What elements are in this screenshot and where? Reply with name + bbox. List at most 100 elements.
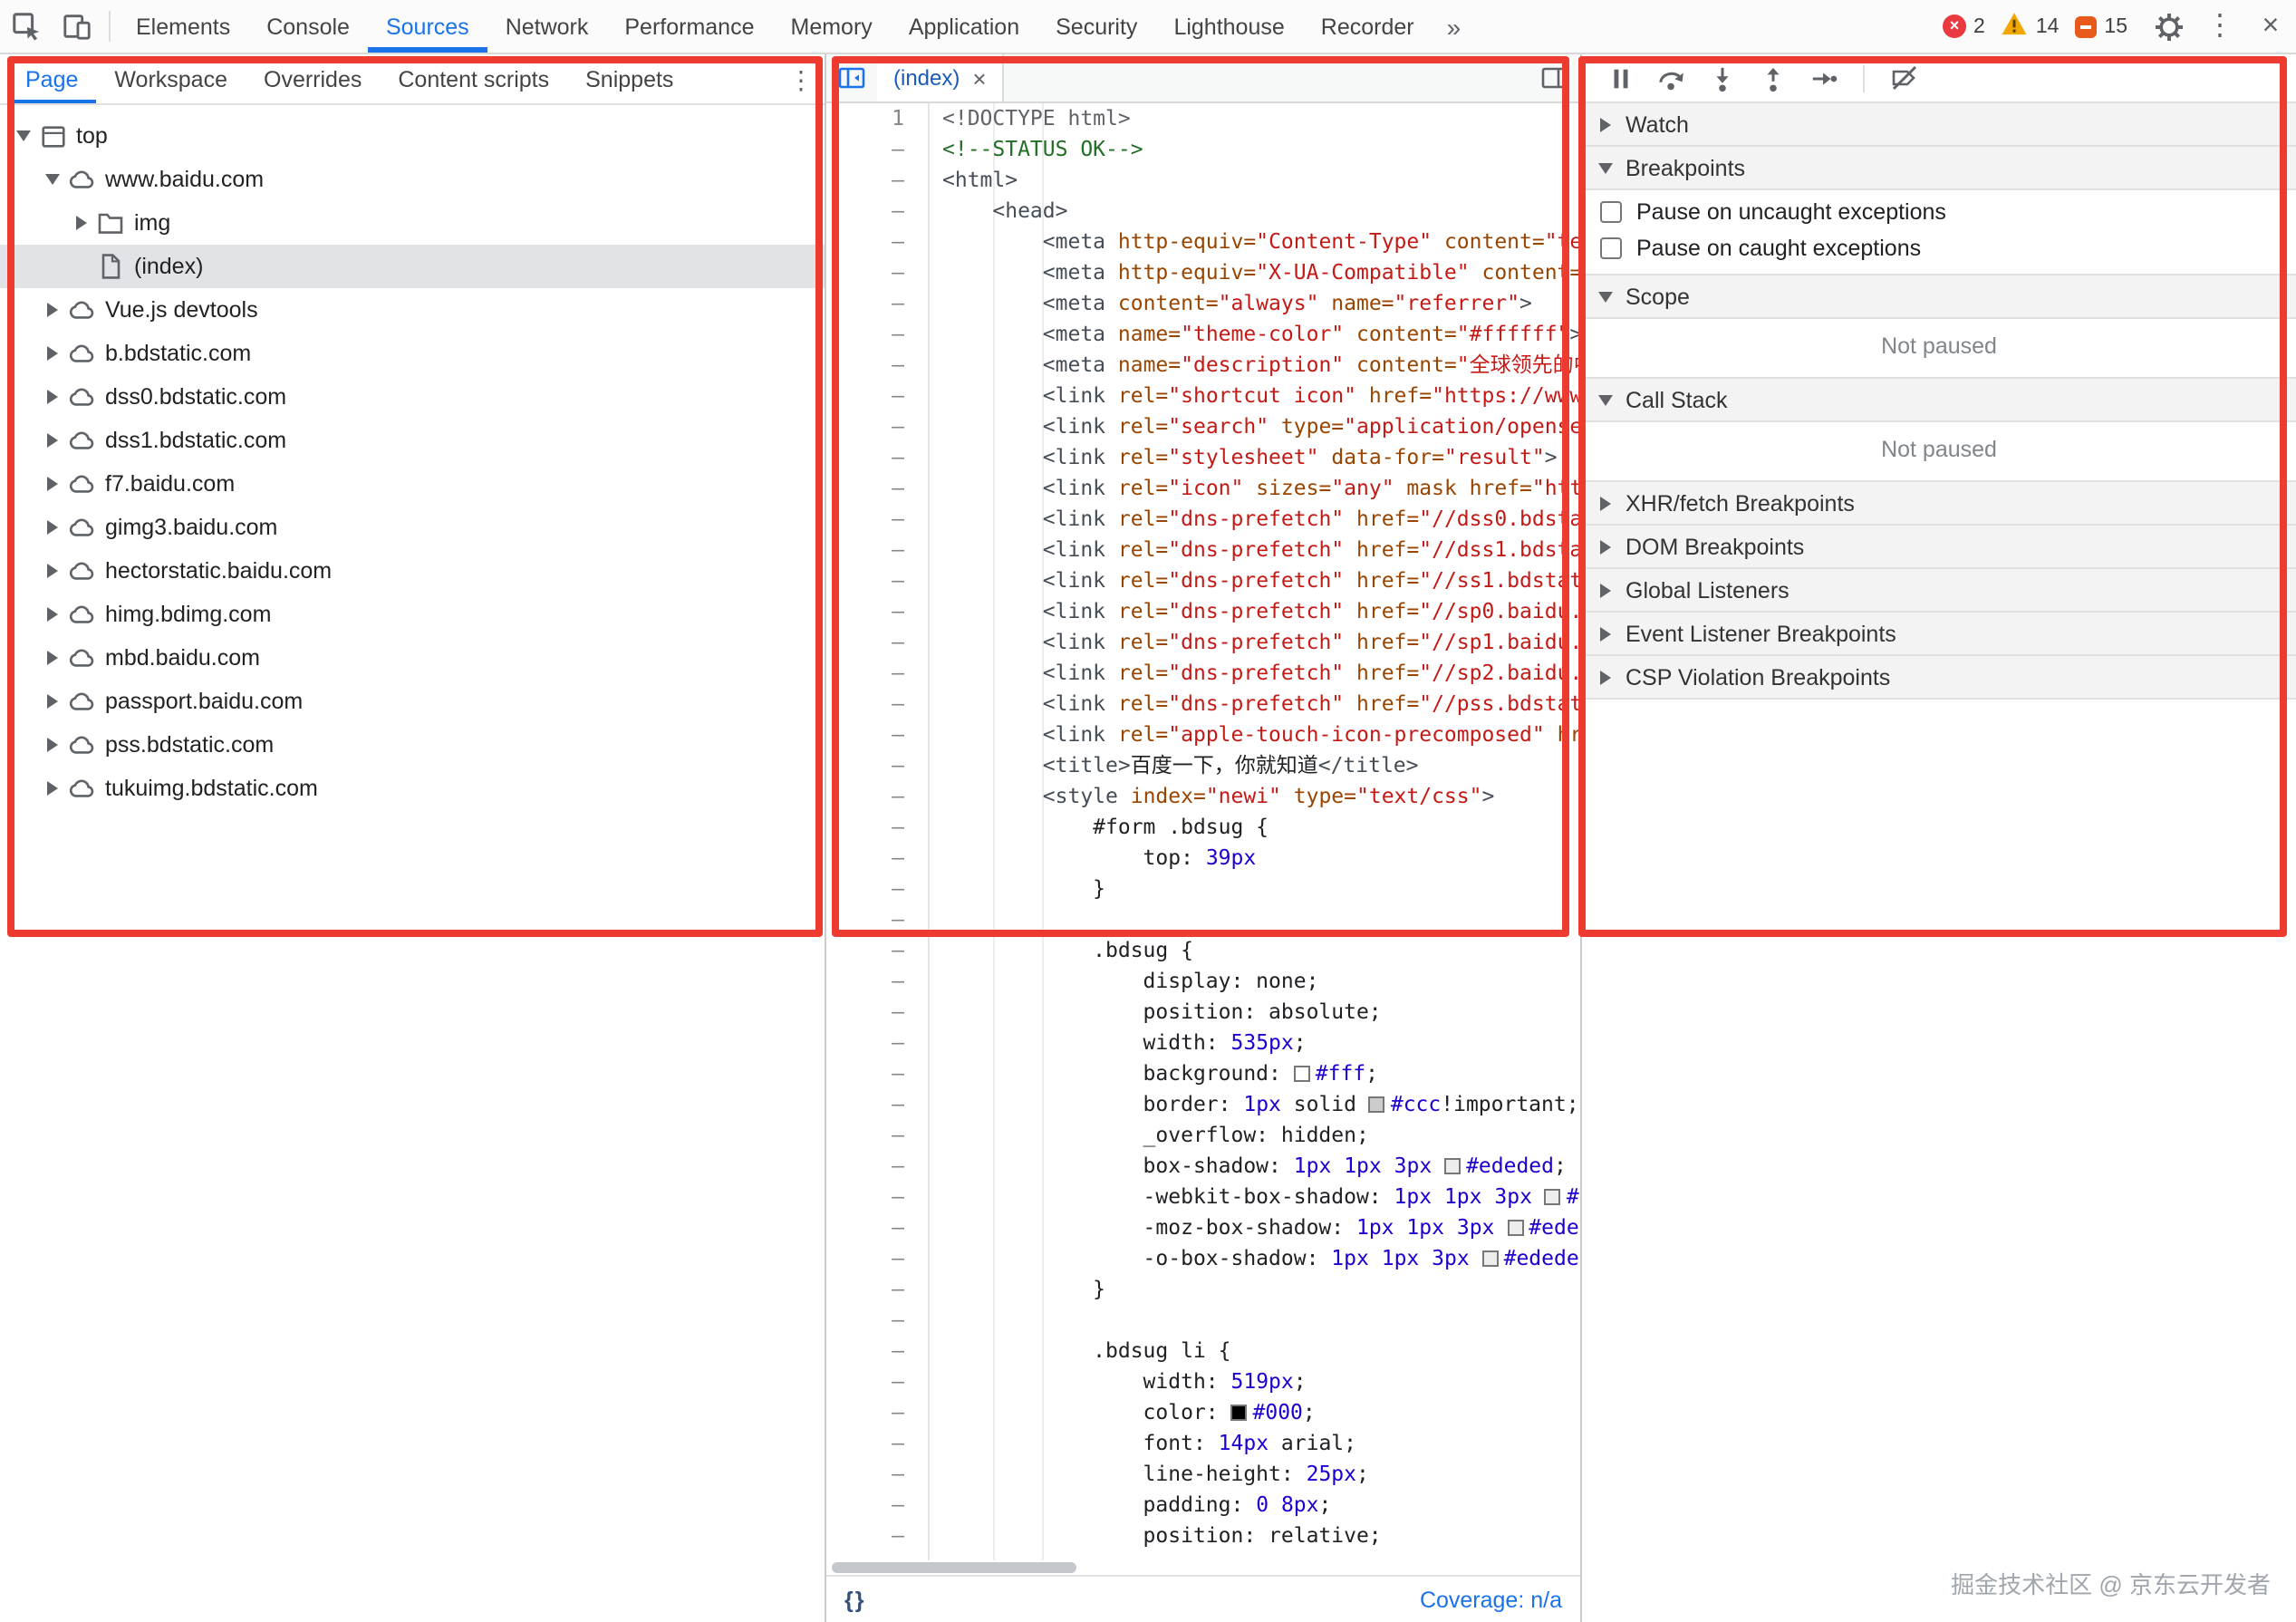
step-over-button[interactable] — [1647, 54, 1694, 101]
tree-item-tukuimg-bdstatic-com[interactable]: tukuimg.bdstatic.com — [0, 767, 825, 810]
section-dom-breakpoints[interactable]: DOM Breakpoints — [1582, 526, 2296, 569]
tab-recorder[interactable]: Recorder — [1303, 0, 1433, 53]
section-event-listener-breakpoints[interactable]: Event Listener Breakpoints — [1582, 613, 2296, 656]
tree-item-img[interactable]: img — [0, 201, 825, 245]
tree-item-dss1-bdstatic-com[interactable]: dss1.bdstatic.com — [0, 419, 825, 462]
line-number[interactable]: – — [826, 1336, 928, 1366]
line-number[interactable]: – — [826, 1243, 928, 1274]
line-number[interactable]: – — [826, 1428, 928, 1459]
tab-console[interactable]: Console — [248, 0, 368, 53]
section-watch[interactable]: Watch — [1582, 103, 2296, 147]
tab-network[interactable]: Network — [487, 0, 607, 53]
deactivate-breakpoints-button[interactable] — [1881, 54, 1928, 101]
error-badge[interactable]: × 2 — [1943, 0, 1985, 53]
line-number[interactable]: – — [826, 997, 928, 1028]
tab-memory[interactable]: Memory — [773, 0, 891, 53]
issues-badge[interactable]: 15 — [2075, 0, 2127, 53]
line-number[interactable]: – — [826, 750, 928, 781]
line-number[interactable]: – — [826, 411, 928, 442]
line-number[interactable]: – — [826, 627, 928, 658]
line-number[interactable]: – — [826, 812, 928, 843]
line-number[interactable]: – — [826, 227, 928, 257]
tab-sources[interactable]: Sources — [368, 0, 487, 53]
close-tab-icon[interactable]: × — [972, 64, 986, 92]
tree-item-f7-baidu-com[interactable]: f7.baidu.com — [0, 462, 825, 506]
tree-item-www-baidu-com[interactable]: www.baidu.com — [0, 158, 825, 201]
line-number[interactable]: – — [826, 535, 928, 565]
tree-item-top[interactable]: top — [0, 114, 825, 158]
chevron-right-icon[interactable] — [40, 651, 65, 665]
chevron-right-icon[interactable] — [40, 433, 65, 448]
chevron-right-icon[interactable] — [40, 303, 65, 317]
line-number[interactable]: – — [826, 1058, 928, 1089]
chevron-right-icon[interactable] — [40, 694, 65, 709]
tree-item-vue-js-devtools[interactable]: Vue.js devtools — [0, 288, 825, 332]
line-number[interactable]: – — [826, 288, 928, 319]
more-tabs-icon[interactable]: » — [1433, 0, 1476, 53]
tree-item-himg-bdimg-com[interactable]: himg.bdimg.com — [0, 593, 825, 636]
source-code-area[interactable]: 1– – – – – – – – – – – – – – – – – – – – – – – – – – – – – – – – – – – – – – –… — [826, 103, 1580, 1560]
chevron-right-icon[interactable] — [40, 607, 65, 622]
line-number[interactable]: – — [826, 1089, 928, 1120]
chevron-down-icon[interactable] — [40, 174, 65, 185]
line-number[interactable]: – — [826, 781, 928, 812]
format-button[interactable]: {} — [844, 1587, 865, 1612]
section-csp-violation-breakpoints[interactable]: CSP Violation Breakpoints — [1582, 656, 2296, 700]
chevron-right-icon[interactable] — [40, 520, 65, 535]
line-number[interactable]: – — [826, 935, 928, 966]
navigator-tab-content-scripts[interactable]: Content scripts — [380, 54, 567, 103]
navigator-tab-overrides[interactable]: Overrides — [246, 54, 380, 103]
tree-item-mbd-baidu-com[interactable]: mbd.baidu.com — [0, 636, 825, 680]
chevron-right-icon[interactable] — [40, 564, 65, 578]
line-number[interactable]: – — [826, 658, 928, 689]
breakpoint-option-pause-on-uncaught-exceptions[interactable]: Pause on uncaught exceptions — [1582, 194, 2296, 230]
section-scope[interactable]: Scope — [1582, 275, 2296, 319]
settings-gear-icon[interactable] — [2144, 0, 2195, 53]
line-number[interactable]: – — [826, 442, 928, 473]
device-toolbar-icon[interactable] — [51, 0, 101, 53]
tree-item-gimg3-baidu-com[interactable]: gimg3.baidu.com — [0, 506, 825, 549]
tree-item-pss-bdstatic-com[interactable]: pss.bdstatic.com — [0, 723, 825, 767]
step-into-button[interactable] — [1698, 54, 1745, 101]
line-number[interactable]: – — [826, 843, 928, 874]
line-number[interactable]: – — [826, 719, 928, 750]
line-number[interactable]: – — [826, 1305, 928, 1336]
tree-item-index[interactable]: (index) — [0, 245, 825, 288]
chevron-right-icon[interactable] — [40, 781, 65, 796]
line-number[interactable]: – — [826, 1182, 928, 1212]
navigator-tab-workspace[interactable]: Workspace — [96, 54, 246, 103]
line-number[interactable]: – — [826, 134, 928, 165]
section-xhr-fetch-breakpoints[interactable]: XHR/fetch Breakpoints — [1582, 482, 2296, 526]
section-breakpoints[interactable]: Breakpoints — [1582, 147, 2296, 190]
chevron-right-icon[interactable] — [40, 390, 65, 404]
line-number[interactable]: – — [826, 165, 928, 196]
editor-tab-index[interactable]: (index) × — [877, 54, 1005, 101]
line-number[interactable]: – — [826, 1120, 928, 1151]
coverage-link[interactable]: Coverage: n/a — [1420, 1587, 1562, 1612]
line-number[interactable]: – — [826, 565, 928, 596]
tab-elements[interactable]: Elements — [118, 0, 248, 53]
line-number[interactable]: – — [826, 1459, 928, 1490]
line-number[interactable]: – — [826, 1490, 928, 1521]
chevron-right-icon[interactable] — [40, 738, 65, 752]
line-number[interactable]: – — [826, 1274, 928, 1305]
navigator-tab-page[interactable]: Page — [7, 54, 96, 103]
chevron-right-icon[interactable] — [40, 346, 65, 361]
line-number[interactable]: – — [826, 874, 928, 904]
horizontal-scrollbar[interactable] — [826, 1560, 1580, 1575]
line-number[interactable]: – — [826, 689, 928, 719]
line-number[interactable]: – — [826, 1151, 928, 1182]
line-number[interactable]: – — [826, 904, 928, 935]
line-number[interactable]: – — [826, 257, 928, 288]
toggle-debugger-icon[interactable] — [1529, 54, 1580, 101]
more-options-icon[interactable]: ⋮ — [2195, 0, 2245, 53]
line-number[interactable]: – — [826, 1212, 928, 1243]
step-button[interactable] — [1799, 54, 1847, 101]
line-number[interactable]: – — [826, 319, 928, 350]
line-number[interactable]: – — [826, 1521, 928, 1551]
line-number[interactable]: – — [826, 1028, 928, 1058]
line-number[interactable]: – — [826, 596, 928, 627]
tree-item-passport-baidu-com[interactable]: passport.baidu.com — [0, 680, 825, 723]
line-number[interactable]: – — [826, 381, 928, 411]
chevron-right-icon[interactable] — [69, 216, 94, 230]
